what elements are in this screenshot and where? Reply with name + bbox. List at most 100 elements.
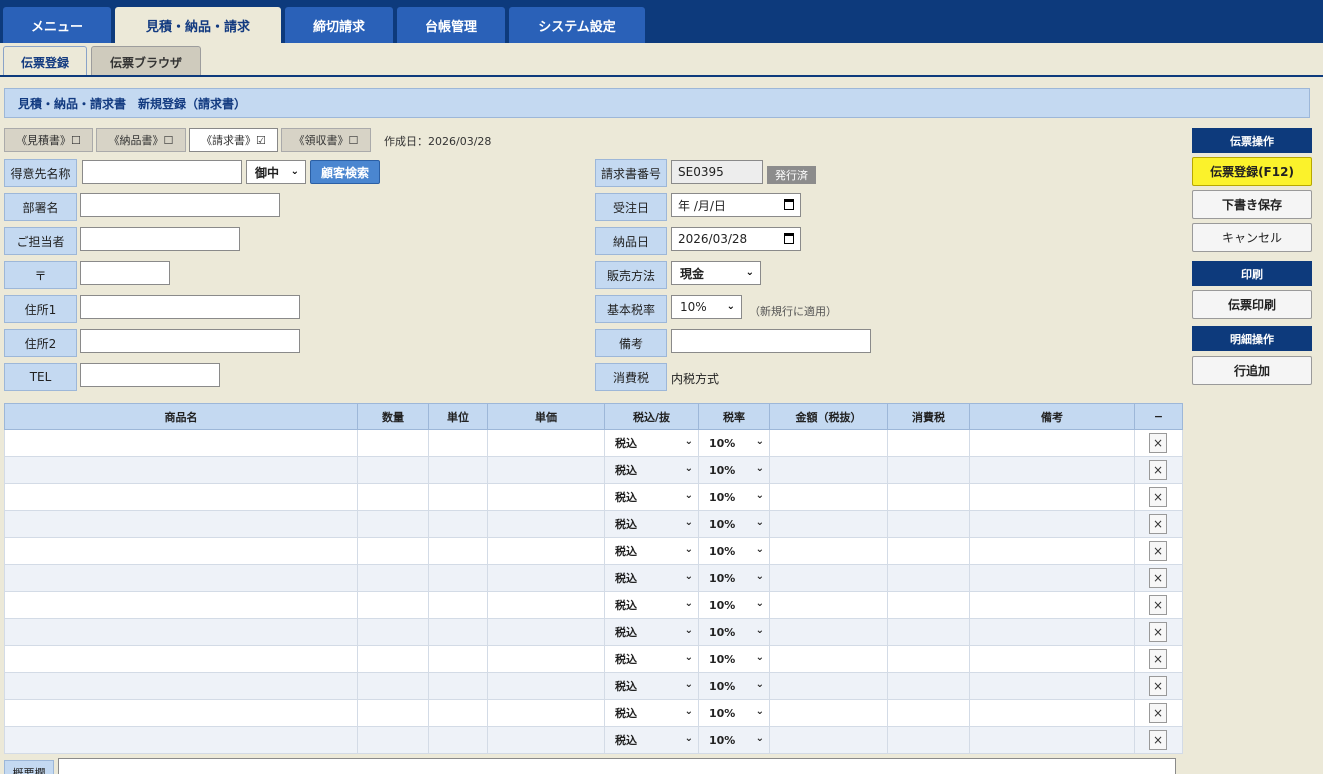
product-cell[interactable]	[4, 483, 358, 511]
calendar-icon[interactable]	[784, 199, 794, 210]
tax-type-select[interactable]: 税込 ⌄	[610, 623, 693, 641]
tax-rate-select[interactable]: 10% ⌄	[704, 731, 764, 749]
summary-input[interactable]	[58, 758, 1176, 774]
unit-cell[interactable]	[428, 429, 488, 457]
tax-type-cell[interactable]: 税込 ⌄	[604, 645, 699, 673]
product-cell[interactable]	[4, 672, 358, 700]
base-tax-rate-select[interactable]: 10% ⌄	[671, 295, 742, 319]
remarks-cell[interactable]	[969, 429, 1135, 457]
delete-row-button[interactable]: ×	[1149, 487, 1167, 507]
customer-search-button[interactable]: 顧客検索	[310, 160, 380, 184]
unit-price-cell[interactable]	[487, 429, 605, 457]
tax-rate-cell[interactable]: 10% ⌄	[698, 483, 770, 511]
remarks-cell[interactable]	[969, 726, 1135, 754]
nav-tab-closing-invoice[interactable]: 締切請求	[285, 7, 393, 43]
unit-cell[interactable]	[428, 645, 488, 673]
tax-type-select[interactable]: 税込 ⌄	[610, 731, 693, 749]
delete-row-button[interactable]: ×	[1149, 703, 1167, 723]
delete-row-button[interactable]: ×	[1149, 595, 1167, 615]
tax-type-select[interactable]: 税込 ⌄	[610, 434, 693, 452]
cancel-button[interactable]: キャンセル	[1192, 223, 1312, 252]
delete-row-button[interactable]: ×	[1149, 730, 1167, 750]
tax-rate-cell[interactable]: 10% ⌄	[698, 456, 770, 484]
unit-price-cell[interactable]	[487, 645, 605, 673]
qty-cell[interactable]	[357, 672, 429, 700]
doctab-estimate[interactable]: 《見積書》☐	[4, 128, 93, 152]
qty-cell[interactable]	[357, 618, 429, 646]
tax-rate-cell[interactable]: 10% ⌄	[698, 618, 770, 646]
tax-rate-select[interactable]: 10% ⌄	[704, 704, 764, 722]
tax-rate-cell[interactable]: 10% ⌄	[698, 564, 770, 592]
qty-cell[interactable]	[357, 483, 429, 511]
unit-price-cell[interactable]	[487, 510, 605, 538]
tax-type-cell[interactable]: 税込 ⌄	[604, 591, 699, 619]
unit-price-cell[interactable]	[487, 699, 605, 727]
unit-price-cell[interactable]	[487, 456, 605, 484]
product-cell[interactable]	[4, 618, 358, 646]
tax-rate-select[interactable]: 10% ⌄	[704, 623, 764, 641]
tax-type-select[interactable]: 税込 ⌄	[610, 515, 693, 533]
tax-rate-cell[interactable]: 10% ⌄	[698, 429, 770, 457]
tax-type-select[interactable]: 税込 ⌄	[610, 677, 693, 695]
delete-row-button[interactable]: ×	[1149, 649, 1167, 669]
address1-input[interactable]	[80, 295, 300, 319]
qty-cell[interactable]	[357, 429, 429, 457]
tax-type-cell[interactable]: 税込 ⌄	[604, 510, 699, 538]
tax-rate-select[interactable]: 10% ⌄	[704, 515, 764, 533]
remarks-cell[interactable]	[969, 537, 1135, 565]
unit-cell[interactable]	[428, 456, 488, 484]
subtab-slip-register[interactable]: 伝票登録	[3, 46, 87, 77]
tax-rate-cell[interactable]: 10% ⌄	[698, 510, 770, 538]
nav-tab-menu[interactable]: メニュー	[3, 7, 111, 43]
unit-cell[interactable]	[428, 537, 488, 565]
tax-type-cell[interactable]: 税込 ⌄	[604, 483, 699, 511]
product-cell[interactable]	[4, 456, 358, 484]
qty-cell[interactable]	[357, 537, 429, 565]
unit-price-cell[interactable]	[487, 564, 605, 592]
tax-rate-cell[interactable]: 10% ⌄	[698, 726, 770, 754]
tax-rate-cell[interactable]: 10% ⌄	[698, 591, 770, 619]
delete-row-button[interactable]: ×	[1149, 568, 1167, 588]
remarks-cell[interactable]	[969, 618, 1135, 646]
tax-type-cell[interactable]: 税込 ⌄	[604, 429, 699, 457]
qty-cell[interactable]	[357, 564, 429, 592]
product-cell[interactable]	[4, 645, 358, 673]
nav-tab-ledger[interactable]: 台帳管理	[397, 7, 505, 43]
remarks-cell[interactable]	[969, 564, 1135, 592]
tax-type-cell[interactable]: 税込 ⌄	[604, 699, 699, 727]
qty-cell[interactable]	[357, 510, 429, 538]
calendar-icon[interactable]	[784, 233, 794, 244]
tax-type-cell[interactable]: 税込 ⌄	[604, 456, 699, 484]
contact-input[interactable]	[80, 227, 240, 251]
tax-rate-cell[interactable]: 10% ⌄	[698, 645, 770, 673]
tax-rate-cell[interactable]: 10% ⌄	[698, 699, 770, 727]
address2-input[interactable]	[80, 329, 300, 353]
tax-type-select[interactable]: 税込 ⌄	[610, 596, 693, 614]
print-slip-button[interactable]: 伝票印刷	[1192, 290, 1312, 319]
doctab-delivery[interactable]: 《納品書》☐	[96, 128, 186, 152]
product-cell[interactable]	[4, 699, 358, 727]
remarks-cell[interactable]	[969, 510, 1135, 538]
unit-price-cell[interactable]	[487, 591, 605, 619]
register-slip-button[interactable]: 伝票登録(F12)	[1192, 157, 1312, 186]
unit-cell[interactable]	[428, 483, 488, 511]
honorific-select[interactable]: 御中 ⌄	[246, 160, 306, 184]
remarks-cell[interactable]	[969, 591, 1135, 619]
unit-price-cell[interactable]	[487, 618, 605, 646]
tel-input[interactable]	[80, 363, 220, 387]
tax-type-cell[interactable]: 税込 ⌄	[604, 618, 699, 646]
tax-type-select[interactable]: 税込 ⌄	[610, 488, 693, 506]
customer-name-input[interactable]	[82, 160, 242, 184]
subtab-slip-browser[interactable]: 伝票ブラウザ	[91, 46, 201, 77]
tax-type-select[interactable]: 税込 ⌄	[610, 542, 693, 560]
tax-type-cell[interactable]: 税込 ⌄	[604, 537, 699, 565]
unit-cell[interactable]	[428, 672, 488, 700]
delete-row-button[interactable]: ×	[1149, 433, 1167, 453]
tax-rate-cell[interactable]: 10% ⌄	[698, 672, 770, 700]
tax-rate-select[interactable]: 10% ⌄	[704, 488, 764, 506]
delete-row-button[interactable]: ×	[1149, 514, 1167, 534]
unit-price-cell[interactable]	[487, 726, 605, 754]
delete-row-button[interactable]: ×	[1149, 541, 1167, 561]
remarks-cell[interactable]	[969, 483, 1135, 511]
product-cell[interactable]	[4, 429, 358, 457]
